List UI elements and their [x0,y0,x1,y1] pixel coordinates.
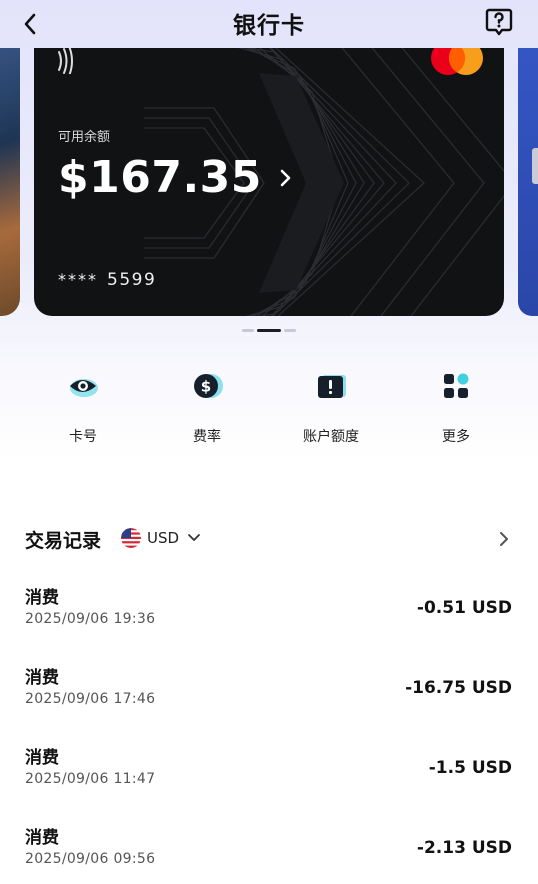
currency-code: USD [147,529,180,547]
transaction-row[interactable]: 消费 2025/09/06 17:46 -16.75 USD [0,654,538,734]
chevron-right-icon [280,169,291,186]
transaction-amount: -0.51 USD [416,598,512,618]
balance-amount: $167.35 [58,152,262,203]
chevron-right-icon[interactable] [498,530,510,548]
action-card-number[interactable]: 卡号 [28,364,138,446]
balance-label: 可用余额 [58,130,111,145]
action-label: 账户额度 [303,429,359,445]
carousel-dot [284,329,296,332]
action-fee-rate[interactable]: $ 费率 [152,364,262,446]
transaction-time: 2025/09/06 09:56 [25,851,156,867]
action-account-limit[interactable]: 账户额度 [276,364,386,446]
bank-card[interactable]: 可用余额 $167.35 **** 5599 [34,48,504,316]
currency-selector[interactable]: USD [121,528,201,548]
chevron-down-icon [188,534,200,541]
contactless-icon [58,48,73,74]
card-carousel[interactable]: 可用余额 $167.35 **** 5599 [0,48,538,318]
carousel-dot-active [257,329,281,332]
page-title: 银行卡 [233,13,305,39]
transaction-amount: -2.13 USD [416,838,512,858]
previous-card[interactable] [0,48,20,316]
transaction-row[interactable]: 消费 2025/09/06 11:47 -1.5 USD [0,734,538,814]
transactions-list: 消费 2025/09/06 19:36 -0.51 USD 消费 2025/09… [0,574,538,884]
transaction-row[interactable]: 消费 2025/09/06 19:36 -0.51 USD [0,574,538,654]
svg-text:$: $ [201,378,211,396]
dollar-coin-icon: $ [185,364,229,408]
mastercard-logo [431,48,483,75]
eye-icon [61,364,105,408]
top-bar: 银行卡 [0,0,538,48]
transactions-title: 交易记录 [25,530,102,552]
transaction-amount: -1.5 USD [428,758,512,778]
card-actions: 卡号 $ 费率 账户额度 更多 [0,364,538,454]
transactions-header: 交易记录 USD [0,524,538,558]
transaction-amount: -16.75 USD [405,678,512,698]
next-card[interactable] [518,48,538,316]
help-button[interactable] [484,7,514,37]
card-chip [532,148,538,184]
transaction-type: 消费 [25,828,59,848]
balance-row[interactable]: $167.35 [58,152,294,203]
carousel-indicator [0,329,538,332]
carousel-dot [242,329,254,332]
action-more[interactable]: 更多 [401,364,511,446]
us-flag-icon [121,528,141,548]
transaction-time: 2025/09/06 11:47 [25,771,156,787]
action-label: 更多 [442,429,470,445]
transaction-type: 消费 [25,668,59,688]
card-number-mask: **** [58,270,98,289]
help-bubble-icon [485,8,513,36]
transaction-time: 2025/09/06 19:36 [25,611,156,627]
grid-icon [434,364,478,408]
transaction-time: 2025/09/06 17:46 [25,691,156,707]
transaction-type: 消费 [25,748,59,768]
transaction-row[interactable]: 消费 2025/09/06 09:56 -2.13 USD [0,814,538,884]
action-label: 卡号 [69,429,97,445]
action-label: 费率 [193,429,221,445]
transaction-type: 消费 [25,588,59,608]
alert-card-icon [309,364,353,408]
card-last-four: 5599 [107,270,157,290]
